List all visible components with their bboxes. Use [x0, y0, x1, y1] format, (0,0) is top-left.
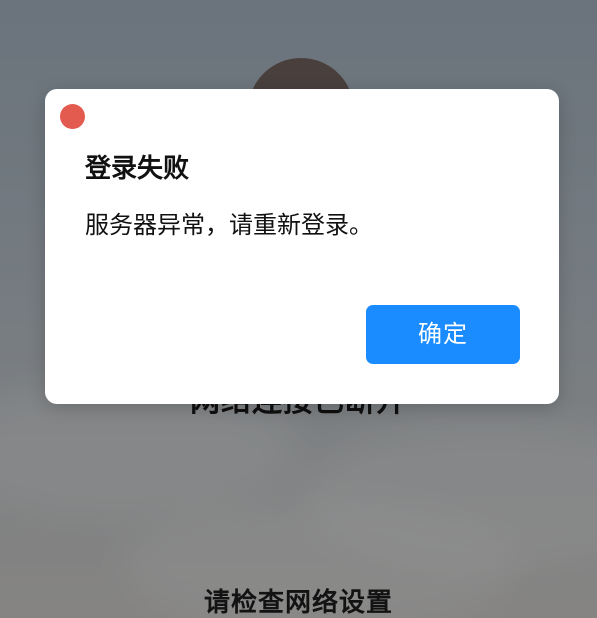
close-icon[interactable] — [60, 104, 85, 129]
dialog-message: 服务器异常，请重新登录。 — [85, 211, 373, 239]
confirm-button[interactable]: 确定 — [366, 305, 520, 364]
login-failed-dialog: 登录失败 服务器异常，请重新登录。 确定 — [45, 89, 559, 404]
dialog-title: 登录失败 — [85, 154, 190, 184]
